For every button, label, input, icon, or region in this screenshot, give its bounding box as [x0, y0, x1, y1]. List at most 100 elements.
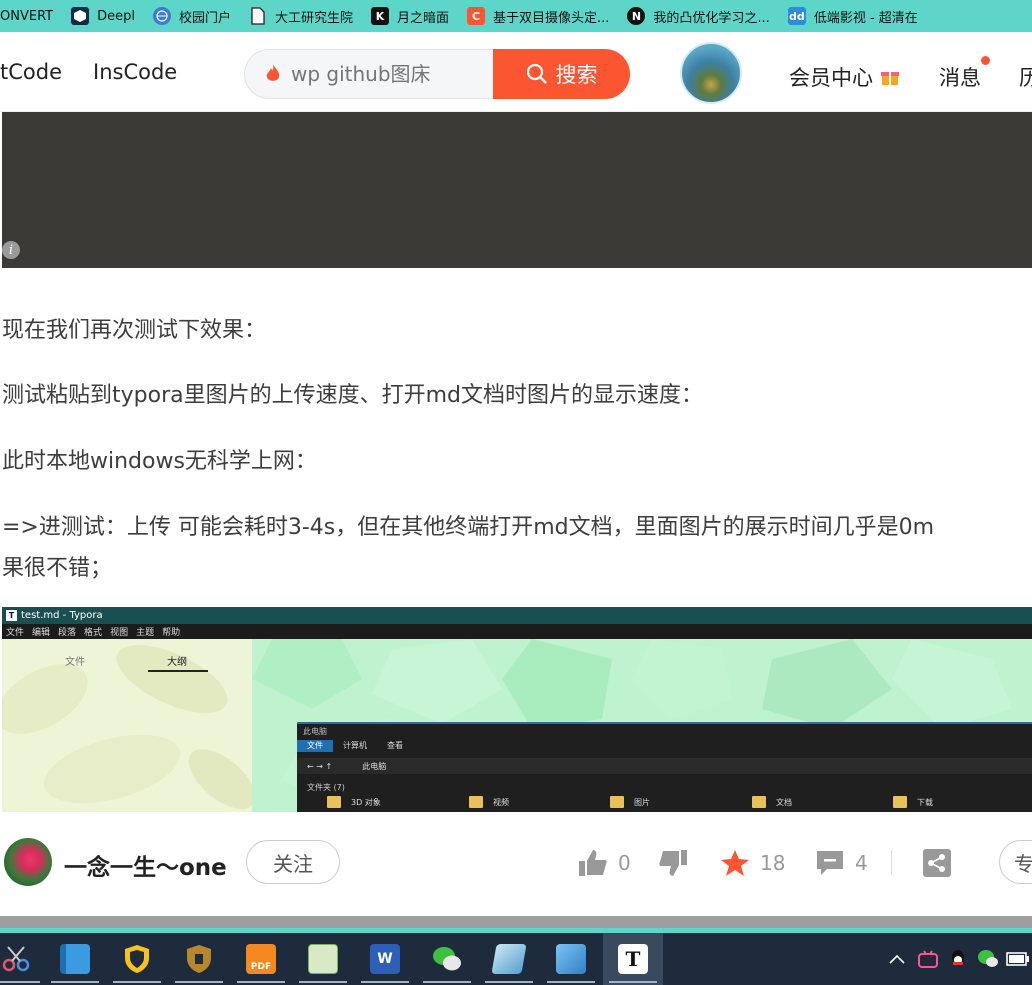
explorer-tab: 文件	[297, 740, 333, 752]
nav-inscode[interactable]: InsCode	[93, 60, 177, 84]
file-explorer-icon	[60, 944, 90, 974]
search-input[interactable]	[291, 62, 471, 86]
bookmark-convert[interactable]: ONVERT	[0, 0, 63, 32]
running-indicator	[299, 981, 347, 983]
bookmark-lowend-video[interactable]: dd 低端影视 - 超清在	[780, 0, 928, 32]
bookmark-label: 校园门户	[178, 10, 231, 26]
running-indicator	[547, 981, 595, 983]
bookmark-convex-optimization[interactable]: N 我的凸优化学习之...	[619, 0, 779, 32]
taskbar-app-explorer[interactable]	[45, 933, 105, 985]
member-center-link[interactable]: 会员中心	[789, 62, 900, 92]
kimi-icon: K	[371, 7, 389, 25]
thumbs-up-icon	[579, 850, 607, 876]
taskbar-app-vps[interactable]	[479, 933, 539, 985]
vpn-shield-icon	[184, 944, 214, 974]
taskbar-app-photos[interactable]	[541, 933, 601, 985]
comment-button[interactable]: 4	[815, 849, 868, 877]
typora-icon: T	[6, 610, 17, 621]
menu-item: 编辑	[32, 628, 51, 638]
explorer-address-bar: ← → ↑ 此电脑	[297, 758, 1032, 774]
share-button[interactable]	[922, 849, 962, 877]
like-count: 0	[618, 851, 631, 875]
bookmark-campus-portal[interactable]: 校园门户	[145, 0, 241, 32]
article-image-dark	[2, 112, 1032, 268]
folder-icon	[752, 796, 766, 808]
dislike-button[interactable]	[658, 849, 698, 877]
like-button[interactable]: 0	[578, 849, 631, 877]
wechat-icon	[432, 944, 462, 974]
running-indicator	[237, 981, 285, 983]
running-indicator	[423, 981, 471, 983]
wechat-tray-icon[interactable]	[975, 933, 1001, 985]
search-button[interactable]: 搜索	[493, 49, 630, 99]
explorer-folder: 视频	[469, 796, 509, 808]
taskbar-app-snipping[interactable]	[0, 933, 46, 985]
bilibili-icon[interactable]	[915, 933, 941, 985]
notion-icon: N	[627, 7, 646, 25]
typora-screenshot: T test.md - Typora 文件 编辑 段落 格式 视图 主题 帮助 …	[2, 607, 1032, 812]
taskbar-app-wechat[interactable]	[417, 933, 477, 985]
messages-link[interactable]: 消息	[939, 62, 981, 92]
taskbar-app-word[interactable]: W	[355, 933, 415, 985]
typora-title: test.md - Typora	[21, 610, 103, 621]
taskbar-app-notepad[interactable]	[293, 933, 353, 985]
bookmark-label: 大工研究生院	[274, 10, 353, 26]
article-paragraph: 果很不错；	[2, 556, 113, 581]
battery-icon[interactable]	[1005, 933, 1031, 985]
star-icon	[721, 850, 749, 876]
running-indicator	[361, 981, 409, 983]
bookmark-label: Deepl	[97, 8, 135, 24]
user-avatar[interactable]	[680, 42, 742, 104]
bookmark-label: 基于双目摄像头定...	[493, 10, 610, 26]
folder-icon	[327, 796, 341, 808]
follow-button[interactable]: 关注	[246, 840, 340, 884]
taskbar-app-typora[interactable]: T	[603, 933, 663, 985]
collect-count: 18	[760, 851, 786, 875]
folder-label: 图片	[634, 797, 650, 807]
bookmark-deepl[interactable]: Deepl	[63, 0, 145, 32]
sidebar-tab-outline: 大纲	[167, 657, 187, 668]
flame-icon	[266, 64, 280, 81]
history-link[interactable]: 历	[1019, 62, 1032, 92]
author-name[interactable]: 一念一生～one	[64, 848, 227, 882]
nav-gitcode[interactable]: tCode	[0, 60, 62, 84]
gift-icon	[880, 72, 899, 85]
bookmark-label: 我的凸优化学习之...	[653, 10, 770, 26]
column-button[interactable]: 专	[999, 840, 1032, 884]
bookmark-csdn-stereo[interactable]: C 基于双目摄像头定...	[459, 0, 619, 32]
page-icon	[249, 7, 267, 25]
explorer-folder: 文档	[752, 796, 792, 808]
collect-button[interactable]: 18	[720, 849, 785, 877]
taskbar-app-security[interactable]	[107, 933, 167, 985]
menu-item: 格式	[84, 628, 103, 638]
search-box[interactable]	[244, 49, 494, 99]
qq-icon[interactable]	[945, 933, 971, 985]
vps-icon	[491, 944, 527, 974]
running-indicator	[113, 981, 161, 983]
bookmark-moonshot[interactable]: K 月之暗面	[363, 0, 459, 32]
explorer-address: 此电脑	[362, 761, 387, 771]
scissors-icon	[1, 944, 31, 974]
explorer-folder: 3D 对象	[327, 796, 381, 808]
explorer-folder: 下载	[893, 796, 933, 808]
typora-sidebar	[2, 639, 256, 812]
bookmark-graduate-school[interactable]: 大工研究生院	[241, 0, 363, 32]
taskbar-app-pdf[interactable]: PDF	[231, 933, 291, 985]
folder-icon	[893, 796, 907, 808]
folder-label: 下载	[917, 797, 933, 807]
article-paragraph: =>进测试：上传 可能会耗时3-4s，但在其他终端打开md文档，里面图片的展示时…	[2, 515, 935, 540]
leaf-pattern	[2, 644, 256, 809]
file-explorer-window: 此电脑 文件 计算机 查看 ← → ↑ 此电脑 文件夹 (7) 3D 对象 视频…	[297, 722, 1032, 812]
deepl-icon	[71, 7, 90, 25]
menu-item: 文件	[6, 628, 25, 638]
running-indicator	[609, 981, 657, 983]
explorer-folder-group: 文件夹 (7)	[307, 783, 345, 792]
info-icon[interactable]: i	[2, 241, 20, 259]
typora-icon: T	[618, 944, 648, 974]
chevron-up-icon[interactable]	[884, 933, 910, 985]
author-avatar[interactable]	[4, 838, 52, 886]
article-paragraph: 测试粘贴到typora里图片的上传速度、打开md文档时图片的显示速度：	[2, 383, 703, 408]
taskbar-app-vpn[interactable]	[169, 933, 229, 985]
sidebar-tab-underline	[148, 670, 208, 672]
explorer-tab: 查看	[387, 741, 403, 750]
